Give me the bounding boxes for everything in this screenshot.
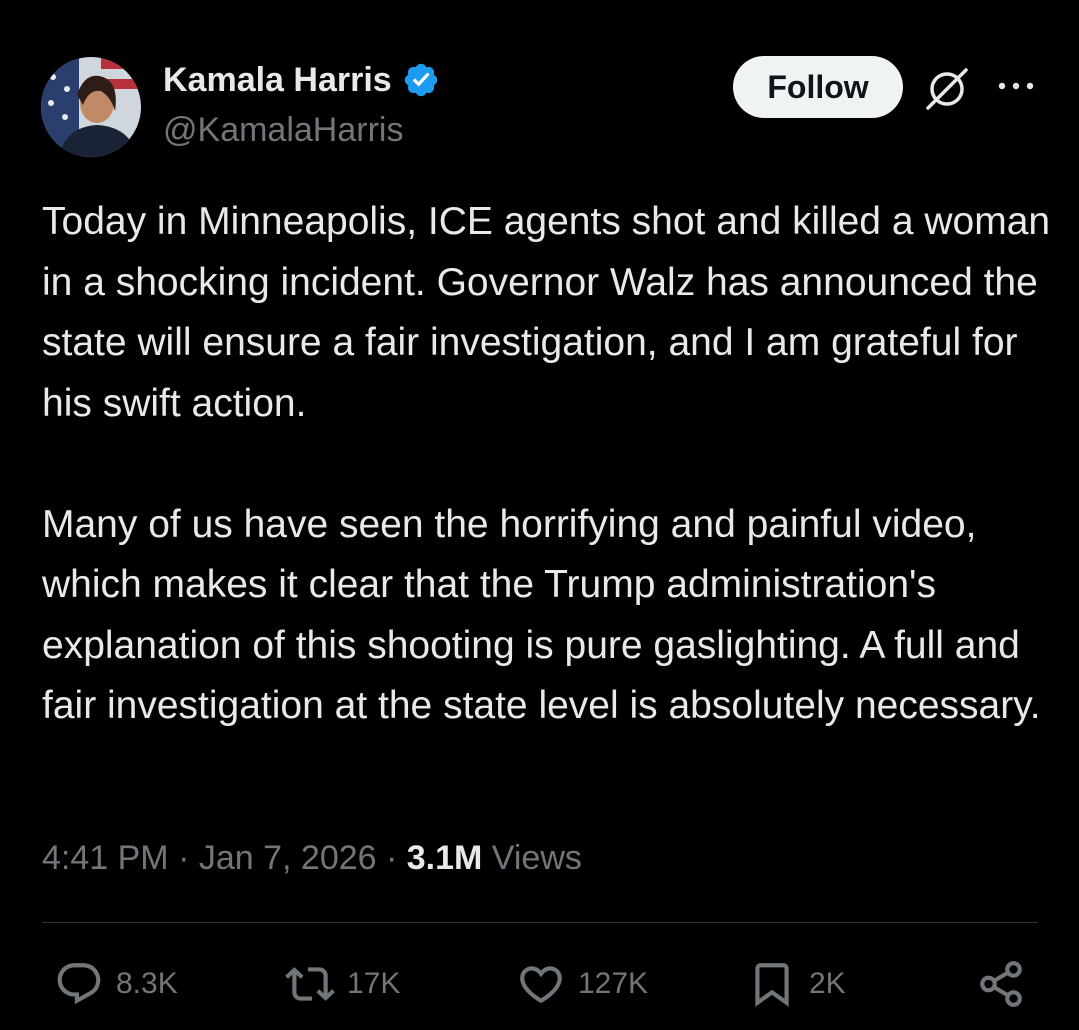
meta-separator: · [168, 839, 199, 877]
share-icon [980, 961, 1022, 1007]
tweet-date[interactable]: Jan 7, 2026 [199, 839, 377, 877]
reply-button[interactable]: 8.3K [54, 958, 178, 1010]
avatar[interactable] [41, 57, 141, 157]
repost-icon [285, 967, 335, 1001]
share-button[interactable] [976, 958, 1026, 1010]
like-count: 127K [578, 967, 649, 1000]
bookmark-button[interactable]: 2K [747, 958, 846, 1010]
reply-icon [57, 963, 101, 1005]
repost-count: 17K [347, 967, 401, 1000]
reply-count: 8.3K [116, 967, 178, 1000]
repost-button[interactable]: 17K [285, 958, 400, 1010]
author-name[interactable]: Kamala Harris [163, 60, 392, 100]
bookmark-count: 2K [809, 967, 846, 1000]
author-name-row[interactable]: Kamala Harris [163, 60, 440, 100]
verified-badge-icon [404, 63, 437, 97]
grok-icon[interactable] [922, 64, 972, 114]
follow-button[interactable]: Follow [733, 56, 903, 118]
heart-icon [520, 966, 562, 1004]
bookmark-icon [755, 963, 789, 1007]
tweet-text: Today in Minneapolis, ICE agents shot an… [42, 200, 1051, 727]
more-horizontal-icon[interactable] [996, 74, 1036, 98]
divider [42, 922, 1038, 923]
meta-separator: · [376, 839, 407, 877]
author-handle[interactable]: @KamalaHarris [163, 110, 403, 150]
like-button[interactable]: 127K [516, 958, 648, 1010]
avatar-photo [41, 57, 141, 157]
tweet-time[interactable]: 4:41 PM [42, 839, 169, 877]
tweet-meta: 4:41 PM · Jan 7, 2026 · 3.1M Views [42, 836, 582, 880]
views-count: 3.1M [406, 839, 483, 877]
views-label: Views [482, 839, 582, 877]
